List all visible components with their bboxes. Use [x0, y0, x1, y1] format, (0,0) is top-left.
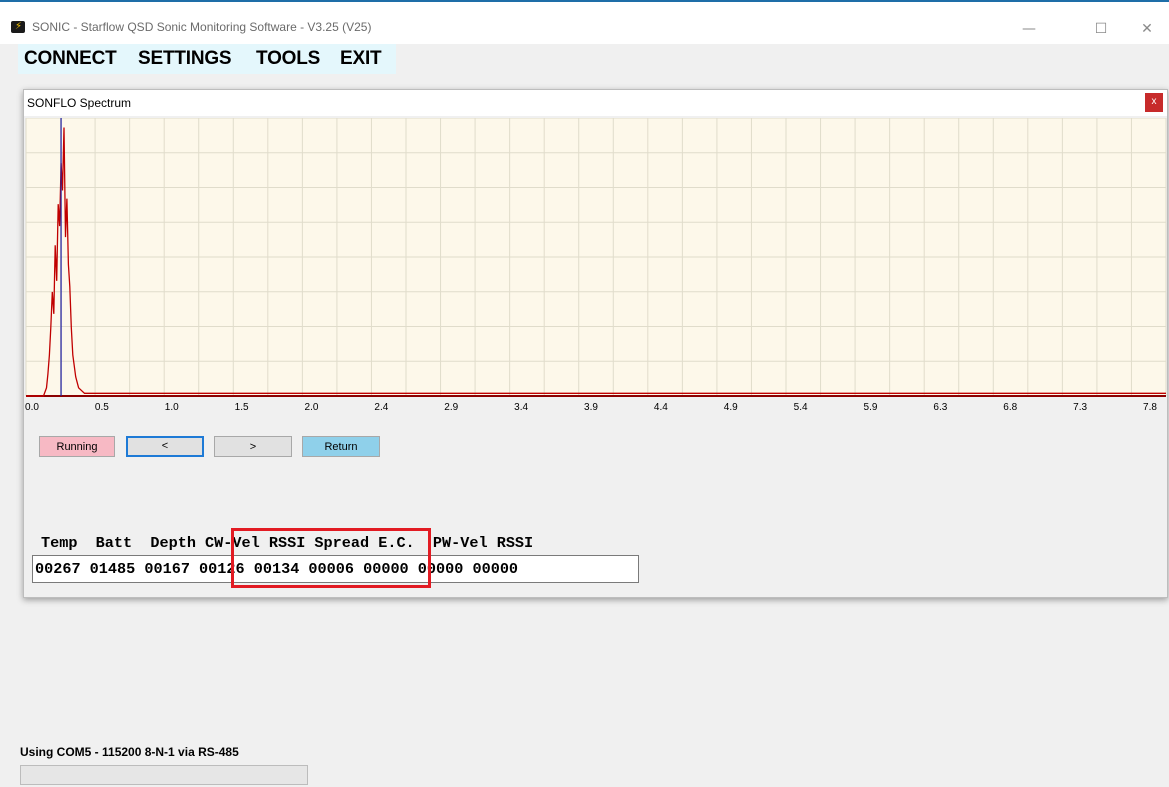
- menu-item-settings[interactable]: SETTINGS: [138, 48, 232, 70]
- x-tick-label: 2.4: [374, 402, 388, 413]
- x-tick-label: 1.0: [165, 402, 179, 413]
- menu-item-exit[interactable]: EXIT: [340, 48, 382, 70]
- menu-bar: CONNECT SETTINGS TOOLS EXIT: [18, 44, 396, 74]
- x-tick-label: 3.4: [514, 402, 528, 413]
- x-tick-label: 6.3: [933, 402, 947, 413]
- app-logo-icon: ⚡: [11, 21, 25, 33]
- maximize-icon[interactable]: ☐: [1078, 14, 1124, 44]
- spectrum-chart: 0.0 0.5 1.0 1.5 2.0 2.4 2.9 3.4 3.9 4.4 4.9 5.4 5.9 6…: [25, 118, 1167, 413]
- highlight-annotation: [231, 528, 431, 588]
- running-button[interactable]: Running: [39, 436, 115, 457]
- window-title: SONIC - Starflow QSD Sonic Monitoring So…: [32, 20, 372, 34]
- x-tick-label: 0.5: [95, 402, 109, 413]
- progress-bar: [20, 765, 308, 785]
- spectrum-close-button[interactable]: x: [1145, 93, 1163, 112]
- close-icon[interactable]: ✕: [1124, 14, 1169, 44]
- x-tick-label: 3.9: [584, 402, 598, 413]
- next-button[interactable]: >: [214, 436, 292, 457]
- menu-item-tools[interactable]: TOOLS: [256, 48, 320, 70]
- x-tick-label: 4.9: [724, 402, 738, 413]
- x-tick-label: 4.4: [654, 402, 668, 413]
- x-tick-label: 0.0: [25, 402, 39, 413]
- x-tick-label: 5.4: [794, 402, 808, 413]
- x-tick-label: 1.5: [235, 402, 249, 413]
- x-tick-label: 6.8: [1003, 402, 1017, 413]
- spectrum-title: SONFLO Spectrum: [27, 96, 132, 110]
- spectrum-window: SONFLO Spectrum x 0.0 0.5 1.0 1.5 2.0 2.4 2.9 3…: [23, 89, 1168, 598]
- x-tick-label: 2.0: [305, 402, 319, 413]
- connection-status: Using COM5 - 115200 8-N-1 via RS-485: [20, 745, 239, 759]
- x-tick-label: 7.3: [1073, 402, 1087, 413]
- spectrum-title-bar: SONFLO Spectrum x: [24, 90, 1167, 116]
- x-tick-label: 5.9: [864, 402, 878, 413]
- previous-button[interactable]: <: [126, 436, 204, 457]
- menu-item-connect[interactable]: CONNECT: [24, 48, 117, 70]
- x-tick-label: 7.8: [1143, 402, 1157, 413]
- x-tick-label: 2.9: [444, 402, 458, 413]
- return-button[interactable]: Return: [302, 436, 380, 457]
- minimize-icon[interactable]: —: [1006, 14, 1052, 44]
- title-bar: ⚡ SONIC - Starflow QSD Sonic Monitoring …: [0, 2, 1169, 44]
